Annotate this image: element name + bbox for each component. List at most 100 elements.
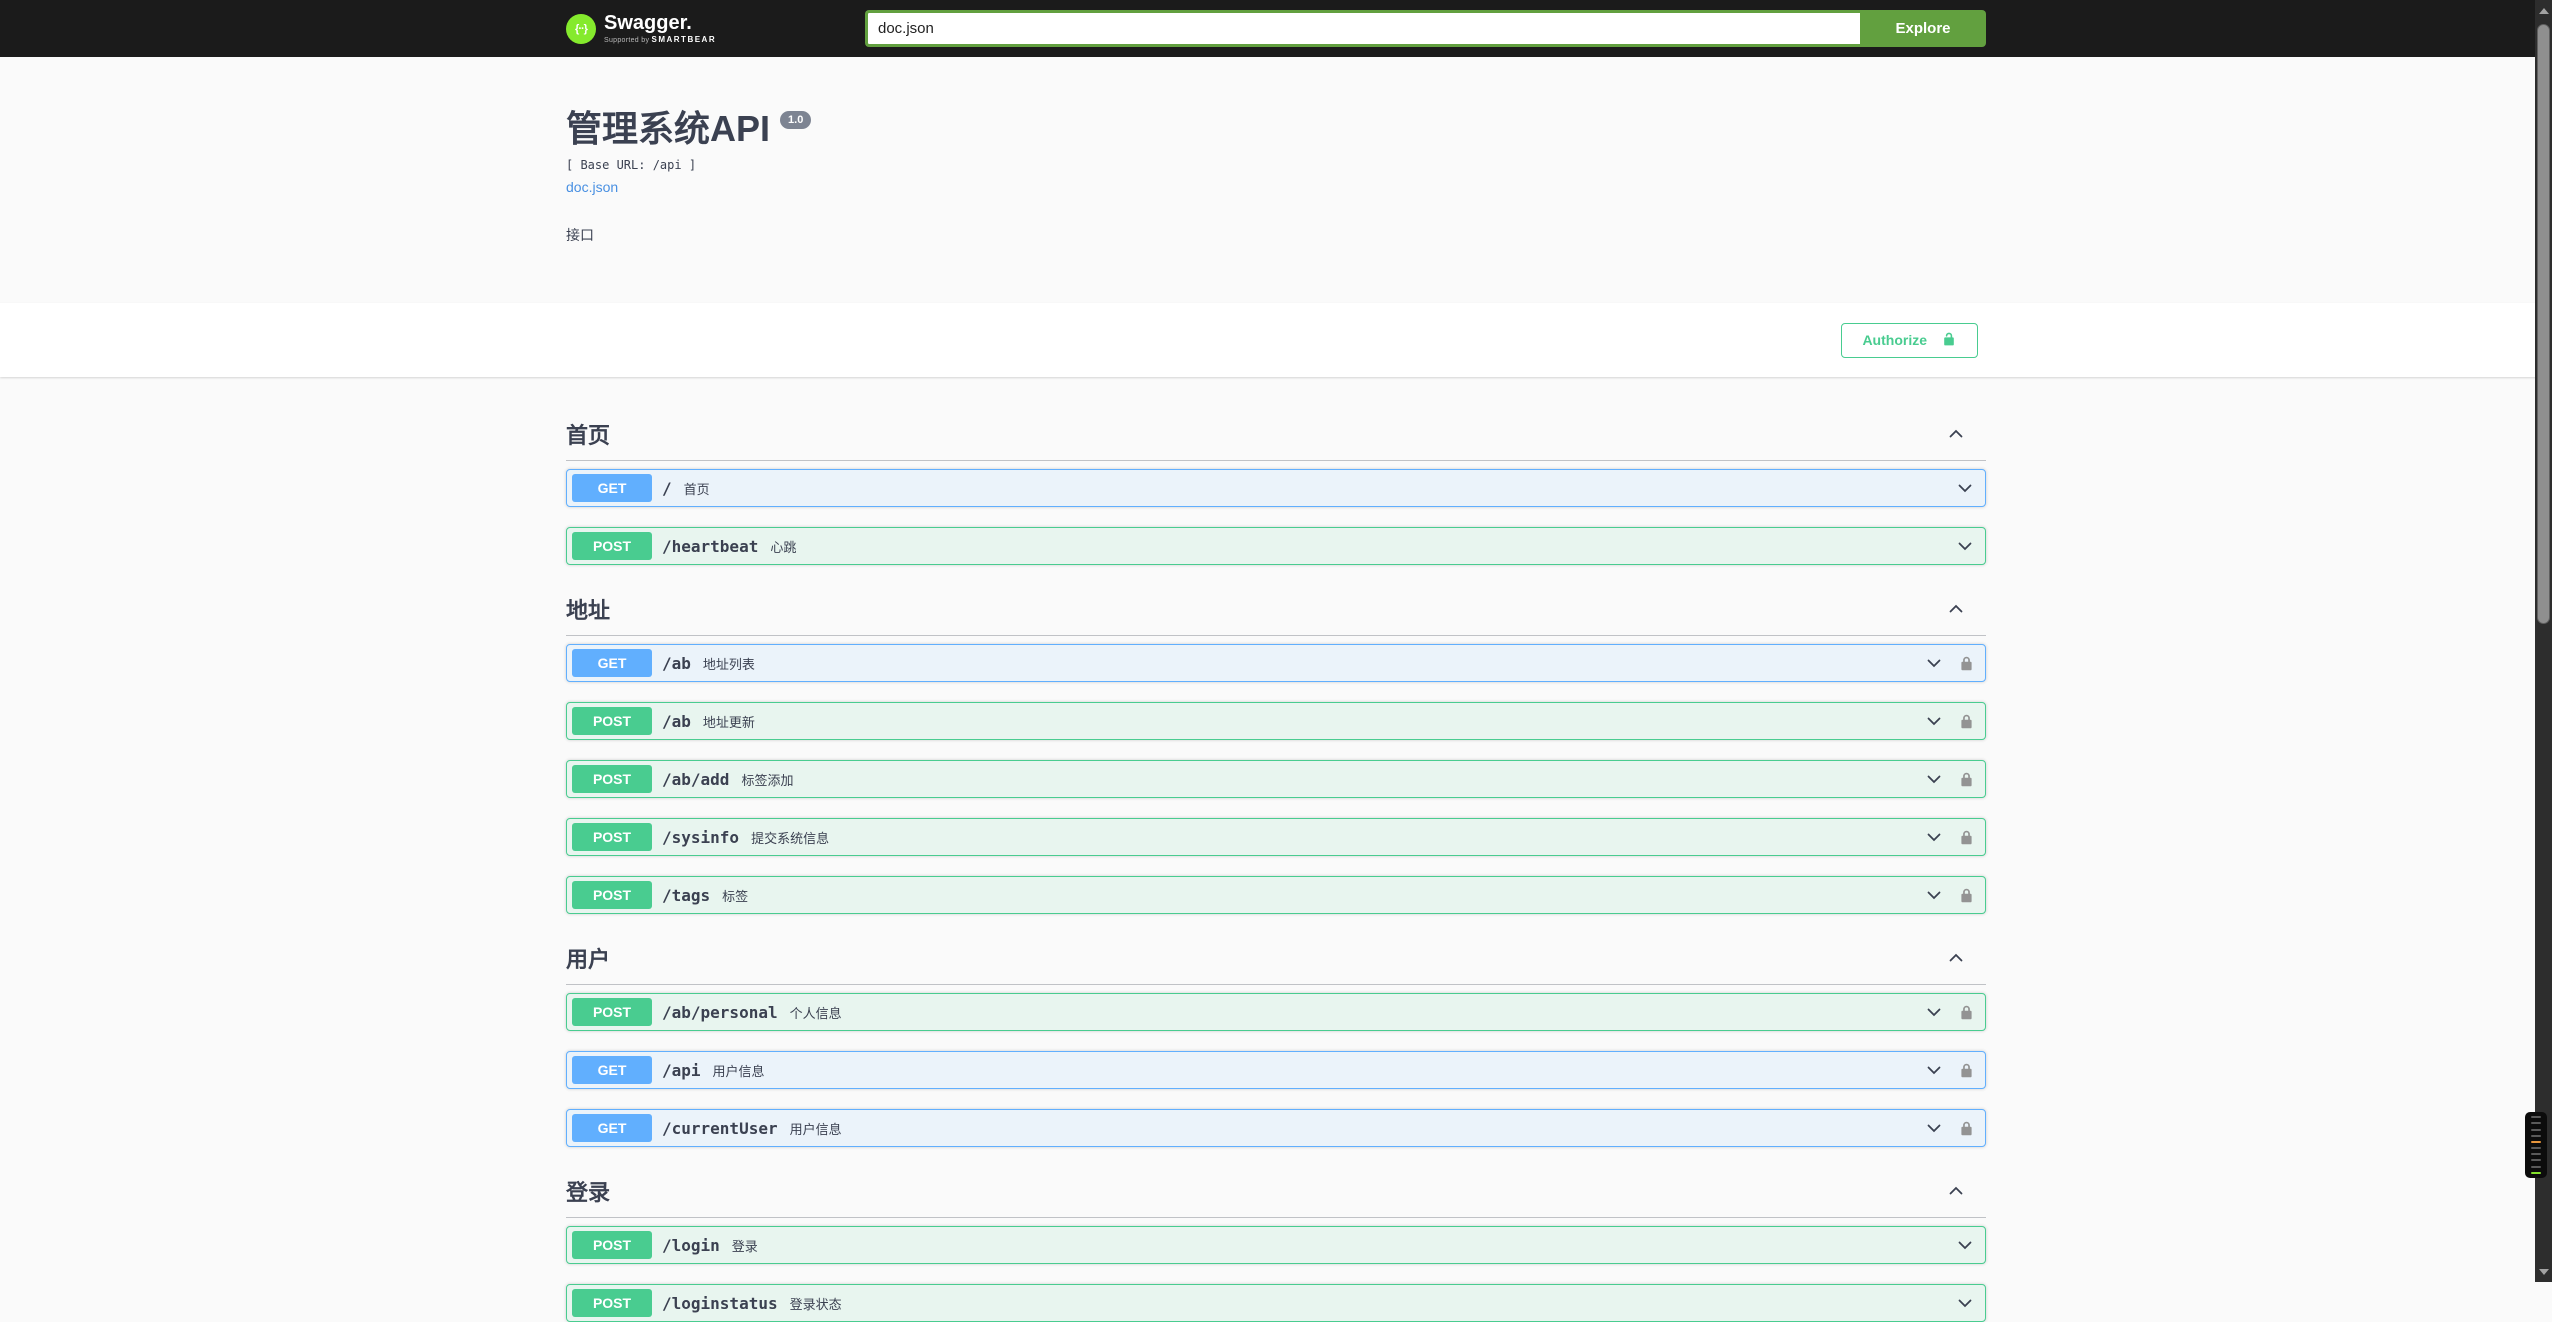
chevron-up-icon[interactable] xyxy=(1946,1181,1966,1201)
chevron-down-icon[interactable] xyxy=(1924,653,1944,673)
chevron-down-icon[interactable] xyxy=(1924,1118,1944,1138)
operation-path: /loginstatus xyxy=(662,1293,778,1313)
operation-row[interactable]: GET /api 用户信息 xyxy=(566,1051,1986,1089)
lock-icon[interactable] xyxy=(1958,1004,1975,1021)
operation-summary: 用户信息 xyxy=(712,1063,765,1079)
swagger-logo[interactable]: {··} Swagger. Supported by SMARTBEAR xyxy=(566,13,716,44)
operation-path: /heartbeat xyxy=(662,536,759,556)
chevron-down-icon[interactable] xyxy=(1955,478,1975,498)
operations-list: POST /login 登录 POST /loginstatus 登录状态 xyxy=(566,1218,1986,1322)
operation-path: /sysinfo xyxy=(662,827,740,847)
scrollbar-down-arrow[interactable] xyxy=(2535,1263,2552,1280)
tag-header[interactable]: 登录 xyxy=(566,1167,1986,1218)
operation-row[interactable]: POST /ab/personal 个人信息 xyxy=(566,993,1986,1031)
minimap-line xyxy=(2531,1134,2541,1137)
chevron-down-icon[interactable] xyxy=(1955,1293,1975,1313)
tag-section: 首页 GET / 首页 POST /heartbeat 心跳 xyxy=(566,410,1986,565)
operation-row[interactable]: POST /ab/add 标签添加 xyxy=(566,760,1986,798)
operation-row[interactable]: GET /ab 地址列表 xyxy=(566,644,1986,682)
chevron-down-icon[interactable] xyxy=(1924,1060,1944,1080)
version-badge: 1.0 xyxy=(780,111,812,129)
method-badge: GET xyxy=(572,649,652,677)
chevron-down-icon[interactable] xyxy=(1955,536,1975,556)
operation-path: /ab xyxy=(662,653,691,673)
authorize-button[interactable]: Authorize xyxy=(1841,322,1978,358)
minimap-line xyxy=(2531,1171,2541,1174)
minimap-line xyxy=(2531,1153,2541,1156)
chevron-down-icon[interactable] xyxy=(1955,1235,1975,1255)
lock-icon[interactable] xyxy=(1958,887,1975,904)
method-badge: POST xyxy=(572,1289,652,1317)
tag-header[interactable]: 地址 xyxy=(566,585,1986,636)
api-info-section: 管理系统API 1.0 [ Base URL: /api ] doc.json … xyxy=(0,57,2552,303)
operation-summary: 登录状态 xyxy=(789,1296,842,1312)
swagger-logo-icon: {··} xyxy=(566,13,596,44)
scrollbar-thumb[interactable] xyxy=(2537,24,2550,624)
explore-button[interactable]: Explore xyxy=(1860,10,1986,47)
chevron-down-icon[interactable] xyxy=(1924,769,1944,789)
unlock-icon xyxy=(1941,331,1957,350)
method-badge: GET xyxy=(572,474,652,502)
operation-row[interactable]: POST /login 登录 xyxy=(566,1226,1986,1264)
tag-section: 用户 POST /ab/personal 个人信息 GET /api 用户信息 xyxy=(566,934,1986,1147)
tag-header[interactable]: 用户 xyxy=(566,934,1986,985)
lock-icon[interactable] xyxy=(1958,829,1975,846)
vertical-scrollbar[interactable] xyxy=(2535,0,2552,1282)
scrollbar-up-arrow[interactable] xyxy=(2535,2,2552,19)
minimap-line xyxy=(2531,1128,2541,1131)
chevron-down-icon[interactable] xyxy=(1924,711,1944,731)
chevron-up-icon[interactable] xyxy=(1946,948,1966,968)
method-badge: POST xyxy=(572,765,652,793)
minimap-line xyxy=(2531,1116,2541,1119)
scroll-minimap-widget[interactable] xyxy=(2525,1112,2547,1178)
operation-path: /ab/personal xyxy=(662,1002,778,1022)
operation-summary: 提交系统信息 xyxy=(751,830,830,846)
base-url: [ Base URL: /api ] xyxy=(566,158,697,172)
chevron-down-icon[interactable] xyxy=(1924,827,1944,847)
operation-row[interactable]: POST /ab 地址更新 xyxy=(566,702,1986,740)
operation-row[interactable]: POST /heartbeat 心跳 xyxy=(566,527,1986,565)
lock-icon[interactable] xyxy=(1958,655,1975,672)
tag-section: 地址 GET /ab 地址列表 POST /ab 地址更新 POST /ab/a… xyxy=(566,585,1986,914)
operation-summary: 地址列表 xyxy=(702,656,755,672)
method-badge: POST xyxy=(572,532,652,560)
tag-header[interactable]: 首页 xyxy=(566,410,1986,461)
sections-root: 首页 GET / 首页 POST /heartbeat 心跳 地址 GET /a… xyxy=(546,410,2006,1322)
authorize-label: Authorize xyxy=(1862,332,1927,348)
minimap-line xyxy=(2531,1159,2541,1162)
scheme-container: Authorize xyxy=(0,303,2552,377)
method-badge: POST xyxy=(572,1231,652,1259)
lock-icon[interactable] xyxy=(1958,713,1975,730)
operation-row[interactable]: POST /sysinfo 提交系统信息 xyxy=(566,818,1986,856)
spec-doc-link[interactable]: doc.json xyxy=(566,179,618,195)
operation-row[interactable]: POST /loginstatus 登录状态 xyxy=(566,1284,1986,1322)
chevron-up-icon[interactable] xyxy=(1946,599,1966,619)
operations-list: POST /ab/personal 个人信息 GET /api 用户信息 GET… xyxy=(566,985,1986,1147)
operation-row[interactable]: POST /tags 标签 xyxy=(566,876,1986,914)
operation-path: /currentUser xyxy=(662,1118,778,1138)
chevron-down-icon[interactable] xyxy=(1924,885,1944,905)
operations-area: 首页 GET / 首页 POST /heartbeat 心跳 地址 GET /a… xyxy=(0,377,2552,1322)
operation-path: /login xyxy=(662,1235,720,1255)
chevron-down-icon[interactable] xyxy=(1924,1002,1944,1022)
lock-icon[interactable] xyxy=(1958,771,1975,788)
operation-summary: 地址更新 xyxy=(702,714,755,730)
operation-row[interactable]: GET /currentUser 用户信息 xyxy=(566,1109,1986,1147)
chevron-up-icon[interactable] xyxy=(1946,424,1966,444)
topbar: {··} Swagger. Supported by SMARTBEAR Exp… xyxy=(0,0,2552,57)
tag-name: 用户 xyxy=(566,947,611,972)
smartbear-tagline: Supported by SMARTBEAR xyxy=(604,35,717,45)
spec-url-input[interactable] xyxy=(865,10,1860,47)
swagger-logo-text: Swagger. xyxy=(604,12,692,34)
operation-path: / xyxy=(662,478,672,498)
swagger-ui-page: { "topbar": { "logo_text": "Swagger.", "… xyxy=(0,0,2552,1322)
operation-summary: 用户信息 xyxy=(789,1121,842,1137)
lock-icon[interactable] xyxy=(1958,1120,1975,1137)
lock-icon[interactable] xyxy=(1958,1062,1975,1079)
method-badge: POST xyxy=(572,998,652,1026)
operation-summary: 标签添加 xyxy=(741,772,794,788)
method-badge: GET xyxy=(572,1056,652,1084)
minimap-line xyxy=(2531,1140,2541,1143)
operation-row[interactable]: GET / 首页 xyxy=(566,469,1986,507)
method-badge: POST xyxy=(572,823,652,851)
